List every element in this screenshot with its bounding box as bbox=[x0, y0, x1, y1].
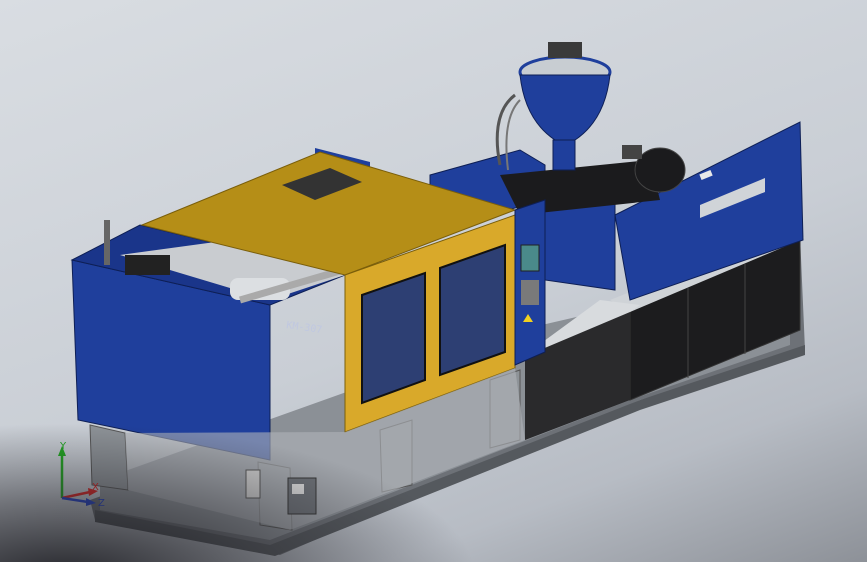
injection-molding-machine-model[interactable]: KM-307 bbox=[0, 0, 867, 562]
z-axis-arrow-icon bbox=[86, 498, 96, 506]
x-axis-label: X bbox=[92, 482, 99, 493]
door-window-left[interactable] bbox=[361, 271, 426, 405]
clamp-cylinder bbox=[125, 255, 170, 275]
junction-box bbox=[245, 469, 261, 499]
z-axis-label: Z bbox=[98, 498, 105, 509]
electrical-box bbox=[287, 477, 317, 515]
hmi-screen[interactable] bbox=[520, 244, 540, 272]
x-axis-line bbox=[61, 490, 91, 500]
signal-tower bbox=[104, 220, 110, 265]
y-axis-label: Y bbox=[59, 441, 67, 452]
keypad[interactable] bbox=[521, 280, 539, 305]
hopper-loader bbox=[548, 42, 582, 58]
door-window-right[interactable] bbox=[439, 243, 506, 377]
motor-junction-box bbox=[622, 145, 642, 159]
coordinate-triad: Y X Z bbox=[58, 441, 105, 509]
hopper-body bbox=[519, 74, 611, 141]
motor bbox=[634, 147, 686, 193]
z-axis-line bbox=[61, 496, 89, 504]
cad-viewport[interactable]: KM-307 Y X Z bbox=[0, 0, 867, 562]
model-nameplate: KM-307 bbox=[286, 320, 323, 336]
